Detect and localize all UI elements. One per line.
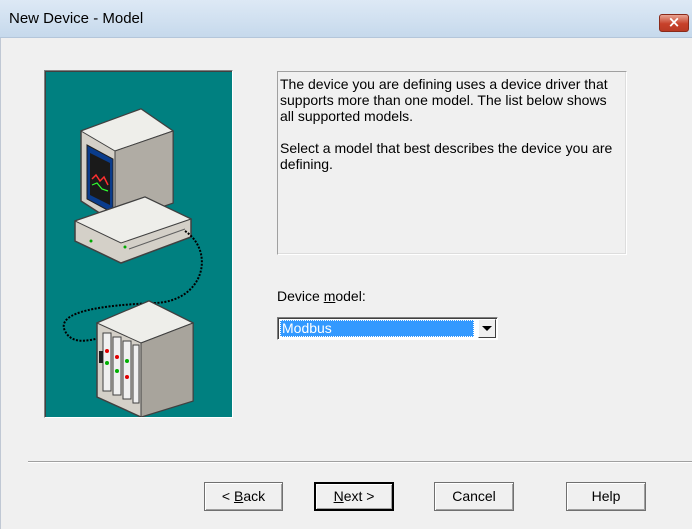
window-title: New Device - Model (9, 10, 144, 27)
description-paragraph-2: Select a model that best describes the d… (280, 140, 613, 172)
title-bar[interactable]: New Device - Model × (0, 0, 692, 38)
device-model-select[interactable]: Modbus (277, 317, 498, 340)
device-model-label: Device model: (277, 288, 366, 304)
back-button-rest: ack (243, 488, 266, 504)
help-button[interactable]: Help (566, 482, 646, 511)
description-paragraph-1: The device you are defining uses a devic… (280, 76, 608, 124)
wizard-illustration (44, 70, 233, 418)
device-model-selected-value[interactable]: Modbus (280, 320, 474, 337)
back-button-mnemonic: B (233, 488, 244, 504)
chevron-down-icon (482, 326, 492, 331)
computer-to-device-icon (62, 108, 203, 417)
device-model-label-post: odel: (335, 288, 366, 304)
new-device-model-dialog: New Device - Model × The device you are … (0, 0, 692, 529)
description-panel: The device you are defining uses a devic… (277, 71, 627, 255)
next-button[interactable]: Next > (314, 482, 394, 511)
device-model-label-mnemonic: m (323, 288, 336, 304)
footer-separator (28, 461, 692, 463)
device-model-dropdown-button[interactable] (478, 319, 496, 338)
back-button-prefix: < (221, 488, 234, 504)
next-button-mnemonic: N (333, 488, 344, 504)
next-button-rest: ext > (343, 488, 375, 504)
description-text: The device you are defining uses a devic… (280, 76, 620, 188)
device-model-label-pre: Device (277, 288, 324, 304)
back-button[interactable]: < Back (204, 482, 283, 511)
close-icon: × (667, 13, 681, 31)
cancel-button[interactable]: Cancel (434, 482, 514, 511)
close-button[interactable]: × (659, 13, 689, 32)
